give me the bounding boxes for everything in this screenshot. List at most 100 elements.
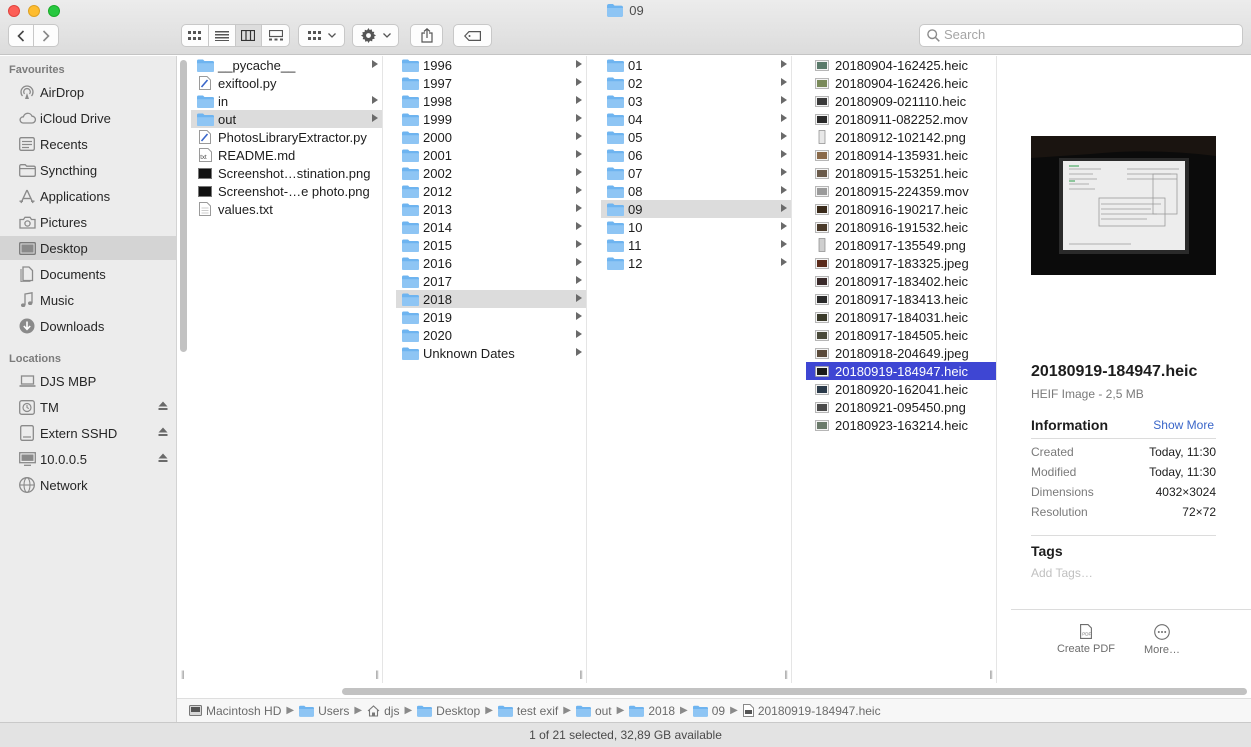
eject-icon[interactable] <box>158 427 168 437</box>
list-item[interactable]: 20180904-162425.heic <box>806 56 996 74</box>
list-item[interactable]: 20180917-135549.png <box>806 236 996 254</box>
list-item[interactable]: PhotosLibraryExtractor.py <box>191 128 382 146</box>
sidebar-item-recents[interactable]: Recents <box>0 132 176 156</box>
list-item[interactable]: 20180920-162041.heic <box>806 380 996 398</box>
list-item[interactable]: 2015 <box>396 236 586 254</box>
list-item[interactable]: out <box>191 110 382 128</box>
list-item[interactable]: 20180917-183402.heic <box>806 272 996 290</box>
list-item[interactable]: 2018 <box>396 290 586 308</box>
sidebar-item-network[interactable]: Network <box>0 473 176 497</box>
list-item[interactable]: 20180917-184031.heic <box>806 308 996 326</box>
column-resize-handle[interactable]: || <box>784 669 788 679</box>
breadcrumb[interactable]: Macintosh HD ▶ <box>189 704 299 718</box>
horizontal-scrollbar[interactable] <box>342 688 1247 695</box>
create-pdf-button[interactable]: PDF Create PDF <box>1051 624 1121 655</box>
list-item[interactable]: txt README.md <box>191 146 382 164</box>
list-item[interactable]: 02 <box>601 74 791 92</box>
list-item[interactable]: 20180915-153251.heic <box>806 164 996 182</box>
icon-view-button[interactable] <box>182 25 209 46</box>
list-item[interactable]: 20180917-183325.jpeg <box>806 254 996 272</box>
list-item[interactable]: 2002 <box>396 164 586 182</box>
list-view-button[interactable] <box>209 25 236 46</box>
breadcrumb[interactable]: 2018 ▶ <box>629 704 692 718</box>
list-item[interactable]: 1997 <box>396 74 586 92</box>
list-item[interactable]: 1999 <box>396 110 586 128</box>
share-button[interactable] <box>410 24 443 47</box>
more-actions-button[interactable]: More… <box>1127 624 1197 656</box>
forward-button[interactable] <box>34 25 58 46</box>
breadcrumb[interactable]: Desktop ▶ <box>417 704 498 718</box>
sidebar-item-extern-sshd[interactable]: Extern SSHD <box>0 421 176 445</box>
list-item[interactable]: 04 <box>601 110 791 128</box>
sidebar-item-downloads[interactable]: Downloads <box>0 314 176 338</box>
list-item[interactable]: 20180915-224359.mov <box>806 182 996 200</box>
list-item[interactable]: 2012 <box>396 182 586 200</box>
back-button[interactable] <box>9 25 34 46</box>
column-resize-handle[interactable]: || <box>579 669 583 679</box>
list-item[interactable]: 2001 <box>396 146 586 164</box>
sidebar-item-airdrop[interactable]: AirDrop <box>0 80 176 104</box>
list-item[interactable]: 10 <box>601 218 791 236</box>
search-input[interactable] <box>944 27 1224 42</box>
search-field[interactable] <box>919 24 1243 47</box>
sidebar-item-applications[interactable]: Applications <box>0 184 176 208</box>
list-item[interactable]: 20180921-095450.png <box>806 398 996 416</box>
sidebar-item-pictures[interactable]: Pictures <box>0 210 176 234</box>
sidebar-item-desktop[interactable]: Desktop <box>0 236 176 260</box>
list-item[interactable]: 2000 <box>396 128 586 146</box>
list-item[interactable]: 20180918-204649.jpeg <box>806 344 996 362</box>
eject-icon[interactable] <box>158 401 168 411</box>
list-item[interactable]: 09 <box>601 200 791 218</box>
action-menu-button[interactable] <box>352 24 399 47</box>
list-item[interactable]: __pycache__ <box>191 56 382 74</box>
list-item[interactable]: 01 <box>601 56 791 74</box>
list-item[interactable]: 03 <box>601 92 791 110</box>
list-item[interactable]: exiftool.py <box>191 74 382 92</box>
list-item[interactable]: 1998 <box>396 92 586 110</box>
list-item[interactable]: in <box>191 92 382 110</box>
show-more-link[interactable]: Show More <box>1153 418 1214 432</box>
list-item[interactable]: 20180904-162426.heic <box>806 74 996 92</box>
list-item[interactable]: 2013 <box>396 200 586 218</box>
list-item[interactable]: 20180912-102142.png <box>806 128 996 146</box>
list-item[interactable]: 2017 <box>396 272 586 290</box>
list-item[interactable]: 20180916-190217.heic <box>806 200 996 218</box>
breadcrumb[interactable]: out ▶ <box>575 704 629 718</box>
list-item[interactable]: Screenshot…stination.png <box>191 164 382 182</box>
sidebar-item-server[interactable]: 10.0.0.5 <box>0 447 176 471</box>
breadcrumb[interactable]: djs ▶ <box>367 704 417 718</box>
group-by-button[interactable] <box>298 24 345 47</box>
list-item[interactable]: 20180917-183413.heic <box>806 290 996 308</box>
list-item[interactable]: 20180911-082252.mov <box>806 110 996 128</box>
list-item[interactable]: Screenshot-…e photo.png <box>191 182 382 200</box>
sidebar-item-djs-mbp[interactable]: DJS MBP <box>0 369 176 393</box>
column-resize-handle[interactable]: || <box>989 669 993 679</box>
list-item[interactable]: Unknown Dates <box>396 344 586 362</box>
add-tags-field[interactable]: Add Tags… <box>1031 566 1093 580</box>
sidebar-scrollbar[interactable] <box>180 60 187 352</box>
eject-icon[interactable] <box>158 453 168 463</box>
list-item[interactable]: values.txt <box>191 200 382 218</box>
edit-tags-button[interactable] <box>453 24 492 47</box>
list-item[interactable]: 2016 <box>396 254 586 272</box>
list-item[interactable]: 1996 <box>396 56 586 74</box>
list-item[interactable]: 20180923-163214.heic <box>806 416 996 434</box>
breadcrumb[interactable]: 20180919-184947.heic <box>742 704 881 718</box>
list-item[interactable]: 05 <box>601 128 791 146</box>
list-item[interactable]: 20180914-135931.heic <box>806 146 996 164</box>
breadcrumb[interactable]: 09 ▶ <box>692 704 743 718</box>
list-item[interactable]: 06 <box>601 146 791 164</box>
list-item[interactable]: 20180909-021110.heic <box>806 92 996 110</box>
list-item[interactable]: 2020 <box>396 326 586 344</box>
sidebar-item-tm[interactable]: TM <box>0 395 176 419</box>
column-resize-handle[interactable]: || <box>181 669 185 679</box>
breadcrumb[interactable]: Users ▶ <box>299 704 367 718</box>
sidebar-item-music[interactable]: Music <box>0 288 176 312</box>
list-item[interactable]: 20180916-191532.heic <box>806 218 996 236</box>
list-item[interactable]: 20180917-184505.heic <box>806 326 996 344</box>
list-item[interactable]: 11 <box>601 236 791 254</box>
sidebar-item-icloud-drive[interactable]: iCloud Drive <box>0 106 176 130</box>
list-item[interactable]: 07 <box>601 164 791 182</box>
breadcrumb[interactable]: test exif ▶ <box>497 704 576 718</box>
list-item[interactable]: 2014 <box>396 218 586 236</box>
